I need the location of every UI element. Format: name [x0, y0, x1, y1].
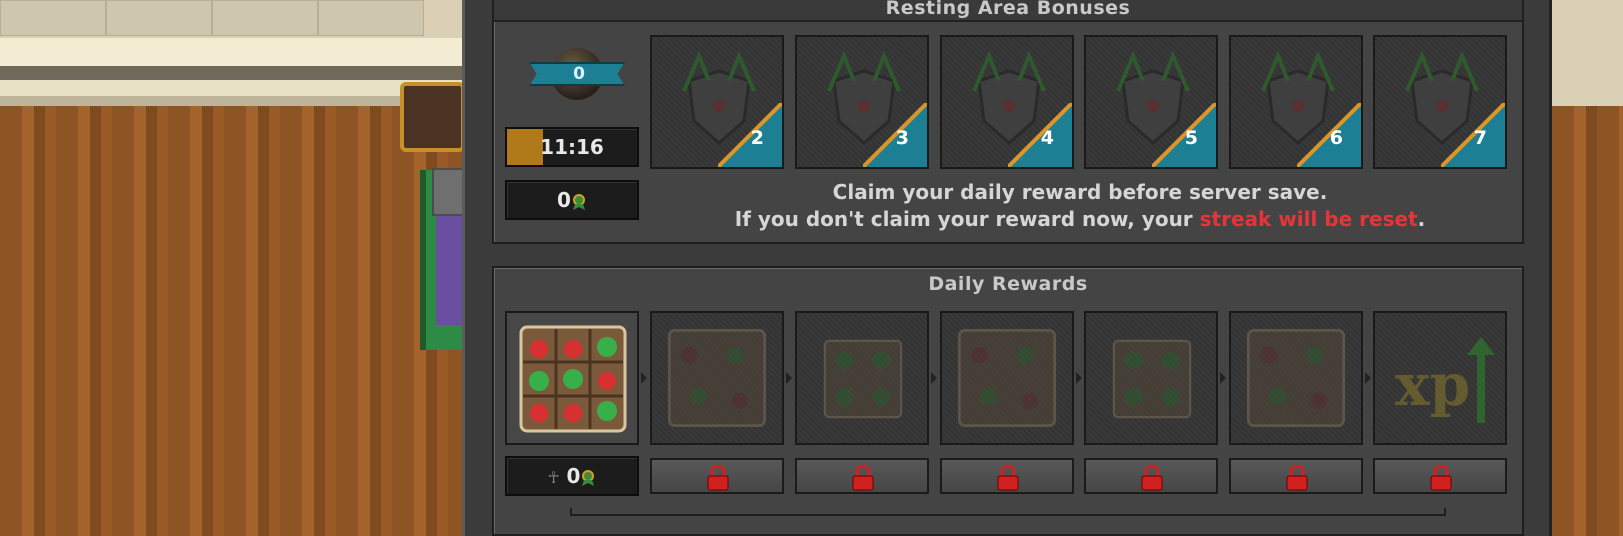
daily-rewards-title: Daily Rewards	[928, 273, 1088, 295]
potion-box-icon	[1112, 339, 1192, 419]
resting-bonus-emblem: 0	[525, 46, 625, 102]
potion-box-icon	[957, 328, 1057, 428]
locked-button-7[interactable]	[1373, 458, 1507, 494]
daily-slot-5[interactable]	[1084, 311, 1218, 445]
stone-pillar	[432, 168, 465, 216]
streak-reset-text: streak will be reset	[1199, 207, 1418, 231]
daily-slot-6[interactable]	[1229, 311, 1363, 445]
locked-button-2[interactable]	[650, 458, 784, 494]
potion-box-icon	[519, 325, 627, 433]
padlock-icon	[852, 465, 874, 491]
potion-box-icon	[823, 339, 903, 419]
wall-cornice	[0, 38, 465, 106]
joker-count-value: 0	[566, 464, 581, 488]
timer-progress-fill	[507, 129, 544, 165]
wooden-floor-right	[1552, 106, 1623, 536]
bonus-level-label: 4	[1040, 127, 1054, 149]
locked-button-3[interactable]	[795, 458, 929, 494]
resting-area-title: Resting Area Bonuses	[494, 0, 1522, 22]
daily-slot-7[interactable]: xp	[1373, 311, 1507, 445]
ribbon-badge-icon	[572, 193, 585, 210]
stone-wall	[0, 0, 465, 38]
server-save-timer: 11:16	[505, 127, 639, 167]
bonus-level-value: 0	[573, 64, 585, 84]
reward-count-box: 0	[505, 180, 639, 220]
bonus-slot-7[interactable]: 7	[1373, 35, 1507, 169]
bonus-level-label: 7	[1473, 127, 1487, 149]
joker-icon: ☥	[547, 468, 560, 487]
daily-slot-4[interactable]	[940, 311, 1074, 445]
daily-slot-1[interactable]	[505, 311, 639, 445]
streak-warning: If you don't claim your reward now, your…	[734, 207, 1426, 231]
reward-streak-track	[570, 508, 1446, 516]
bonus-level-label: 6	[1329, 127, 1343, 149]
bonus-level-label: 3	[895, 127, 909, 149]
timer-text: 11:16	[540, 135, 604, 159]
bonus-level-label: 5	[1184, 127, 1198, 149]
claim-message: Claim your daily reward before server sa…	[832, 180, 1328, 204]
bonus-slot-3[interactable]: 3	[795, 35, 929, 169]
svg-text:xp: xp	[1395, 351, 1470, 419]
bonus-slot-2[interactable]: 2	[650, 35, 784, 169]
reward-chest[interactable]	[400, 82, 465, 152]
padlock-icon	[1286, 465, 1308, 491]
locked-button-6[interactable]	[1229, 458, 1363, 494]
bonus-slot-6[interactable]: 6	[1229, 35, 1363, 169]
locked-button-5[interactable]	[1084, 458, 1218, 494]
locked-button-4[interactable]	[940, 458, 1074, 494]
reward-count-value: 0	[557, 188, 571, 212]
padlock-icon	[707, 465, 729, 491]
bonus-slot-4[interactable]: 4	[940, 35, 1074, 169]
wooden-floor	[0, 106, 465, 536]
bonus-slot-5[interactable]: 5	[1084, 35, 1218, 169]
bonus-level-label: 2	[750, 127, 764, 149]
joker-count-box: ☥ 0	[505, 456, 639, 496]
padlock-icon	[1430, 465, 1452, 491]
stone-wall-right	[1552, 0, 1623, 106]
padlock-icon	[1141, 465, 1163, 491]
daily-slot-3[interactable]	[795, 311, 929, 445]
potion-box-icon	[667, 328, 767, 428]
potion-box-icon	[1246, 328, 1346, 428]
padlock-icon	[997, 465, 1019, 491]
ribbon-badge-icon	[582, 469, 595, 486]
daily-slot-2[interactable]	[650, 311, 784, 445]
xp-boost-icon: xp	[1395, 337, 1495, 423]
